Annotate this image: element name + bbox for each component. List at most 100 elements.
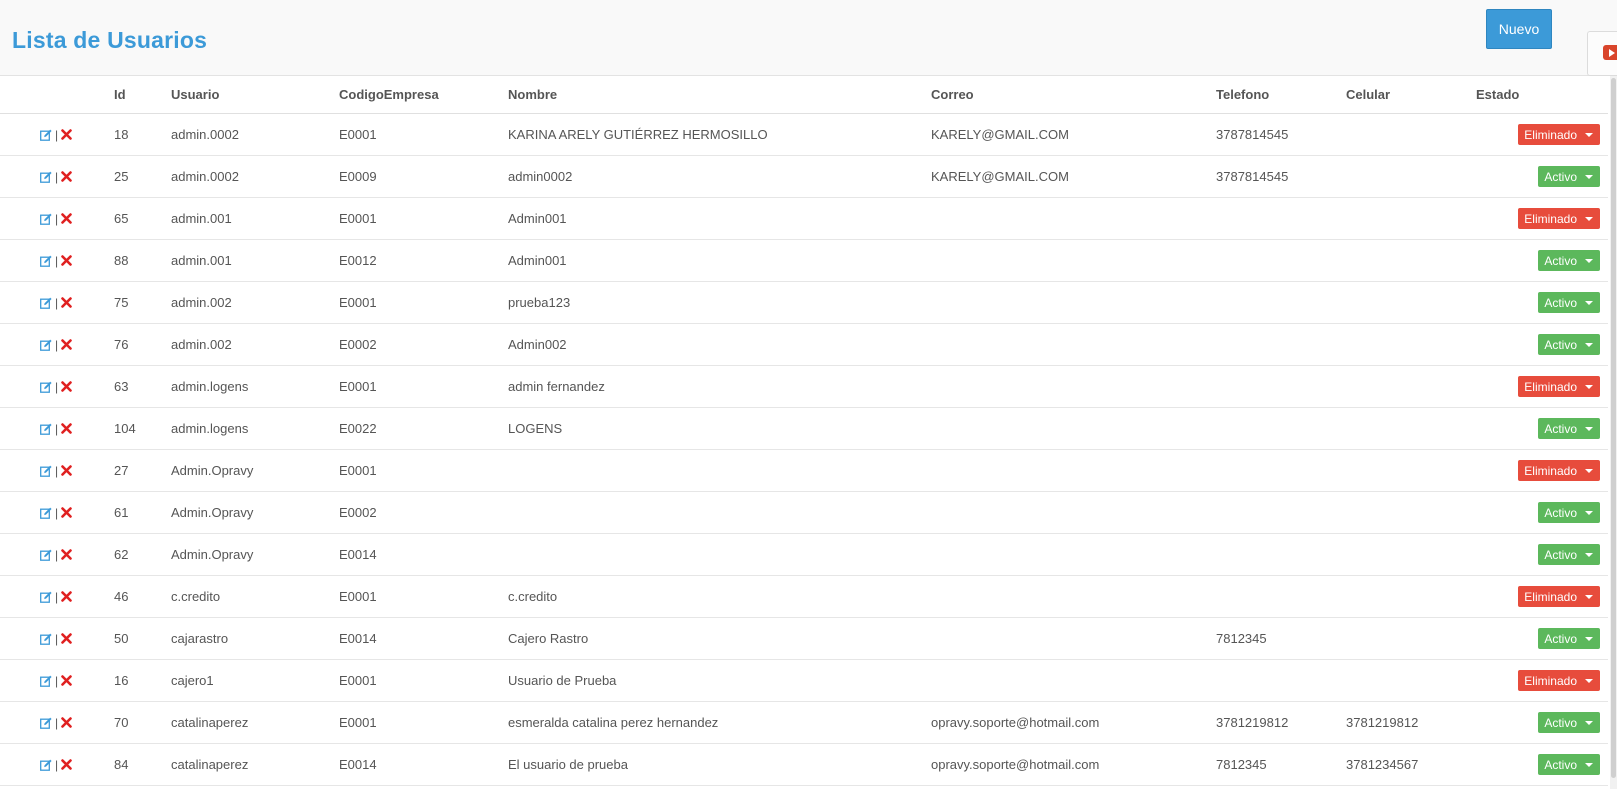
edit-icon[interactable] [40, 633, 52, 645]
edit-icon[interactable] [40, 255, 52, 267]
edit-icon[interactable] [40, 759, 52, 771]
status-dropdown[interactable]: Activo [1538, 334, 1600, 355]
edit-icon[interactable] [40, 381, 52, 393]
scrollbar-thumb[interactable] [1611, 78, 1616, 778]
status-dropdown[interactable]: Eliminado [1518, 460, 1600, 481]
edit-icon[interactable] [40, 675, 52, 687]
caret-down-icon [1585, 426, 1593, 431]
vertical-scrollbar[interactable] [1610, 76, 1617, 789]
edit-icon[interactable] [40, 213, 52, 225]
row-actions: | [40, 198, 90, 239]
delete-icon[interactable] [61, 633, 72, 644]
cell-codigo-empresa: E0001 [339, 211, 377, 226]
delete-icon[interactable] [61, 213, 72, 224]
delete-icon[interactable] [61, 465, 72, 476]
column-header-codigo-empresa[interactable]: CodigoEmpresa [339, 76, 439, 113]
column-header-correo[interactable]: Correo [931, 76, 974, 113]
status-dropdown[interactable]: Activo [1538, 754, 1600, 775]
side-panel-tab[interactable] [1587, 31, 1617, 76]
new-user-button[interactable]: Nuevo [1486, 9, 1552, 49]
delete-icon[interactable] [61, 549, 72, 560]
edit-icon[interactable] [40, 171, 52, 183]
cell-id: 63 [114, 379, 129, 394]
cell-nombre: LOGENS [508, 421, 563, 436]
column-header-nombre[interactable]: Nombre [508, 76, 557, 113]
column-header-estado[interactable]: Estado [1476, 76, 1519, 113]
page-header: Lista de Usuarios Nuevo [0, 0, 1617, 76]
status-dropdown[interactable]: Eliminado [1518, 586, 1600, 607]
status-label: Activo [1544, 631, 1577, 646]
delete-icon[interactable] [61, 675, 72, 686]
action-separator: | [55, 211, 59, 226]
row-actions: | [40, 618, 90, 659]
cell-estado: Eliminado [1518, 576, 1600, 617]
cell-id: 18 [114, 127, 129, 142]
status-dropdown[interactable]: Activo [1538, 250, 1600, 271]
status-dropdown[interactable]: Activo [1538, 502, 1600, 523]
status-dropdown[interactable]: Activo [1538, 292, 1600, 313]
status-dropdown[interactable]: Eliminado [1518, 670, 1600, 691]
column-header-id[interactable]: Id [114, 76, 126, 113]
row-actions: | [40, 324, 90, 365]
column-header-usuario[interactable]: Usuario [171, 76, 219, 113]
delete-icon[interactable] [61, 129, 72, 140]
cell-usuario: cajarastro [171, 631, 229, 646]
status-dropdown[interactable]: Activo [1538, 166, 1600, 187]
action-separator: | [55, 715, 59, 730]
edit-icon[interactable] [40, 717, 52, 729]
action-separator: | [55, 337, 59, 352]
status-label: Eliminado [1524, 127, 1577, 142]
delete-icon[interactable] [61, 507, 72, 518]
row-actions: | [40, 156, 90, 197]
cell-usuario: Admin.Opravy [171, 547, 254, 562]
delete-icon[interactable] [61, 591, 72, 602]
edit-icon[interactable] [40, 465, 52, 477]
edit-icon[interactable] [40, 423, 52, 435]
cell-nombre: Admin001 [508, 253, 567, 268]
cell-usuario: admin.logens [171, 421, 249, 436]
cell-codigo-empresa: E0022 [339, 421, 377, 436]
column-header-celular[interactable]: Celular [1346, 76, 1390, 113]
edit-icon[interactable] [40, 549, 52, 561]
caret-down-icon [1585, 132, 1593, 137]
delete-icon[interactable] [61, 255, 72, 266]
delete-icon[interactable] [61, 171, 72, 182]
cell-usuario: catalinaperez [171, 757, 249, 772]
edit-icon[interactable] [40, 297, 52, 309]
caret-down-icon [1585, 720, 1593, 725]
cell-telefono: 3787814545 [1216, 127, 1289, 142]
status-dropdown[interactable]: Activo [1538, 544, 1600, 565]
edit-icon[interactable] [40, 507, 52, 519]
delete-icon[interactable] [61, 381, 72, 392]
edit-icon[interactable] [40, 339, 52, 351]
cell-usuario: admin.logens [171, 379, 249, 394]
action-separator: | [55, 757, 59, 772]
status-dropdown[interactable]: Eliminado [1518, 376, 1600, 397]
row-actions: | [40, 492, 90, 533]
cell-nombre: KARINA ARELY GUTIÉRREZ HERMOSILLO [508, 127, 768, 142]
delete-icon[interactable] [61, 297, 72, 308]
cell-correo: opravy.soporte@hotmail.com [931, 715, 1100, 730]
delete-icon[interactable] [61, 339, 72, 350]
status-dropdown[interactable]: Eliminado [1518, 124, 1600, 145]
status-dropdown[interactable]: Activo [1538, 712, 1600, 733]
status-label: Eliminado [1524, 589, 1577, 604]
table-header-row: Id Usuario CodigoEmpresa Nombre Correo T… [0, 76, 1608, 114]
cell-id: 70 [114, 715, 129, 730]
delete-icon[interactable] [61, 717, 72, 728]
status-label: Eliminado [1524, 211, 1577, 226]
table-row: | 16 cajero1 E0001 Usuario de Prueba Eli… [0, 660, 1608, 702]
edit-icon[interactable] [40, 129, 52, 141]
cell-id: 16 [114, 673, 129, 688]
table-row: | 65 admin.001 E0001 Admin001 Eliminado [0, 198, 1608, 240]
delete-icon[interactable] [61, 759, 72, 770]
column-header-telefono[interactable]: Telefono [1216, 76, 1269, 113]
row-actions: | [40, 114, 90, 155]
status-dropdown[interactable]: Eliminado [1518, 208, 1600, 229]
status-dropdown[interactable]: Activo [1538, 418, 1600, 439]
delete-icon[interactable] [61, 423, 72, 434]
status-dropdown[interactable]: Activo [1538, 628, 1600, 649]
edit-icon[interactable] [40, 591, 52, 603]
caret-down-icon [1585, 300, 1593, 305]
cell-codigo-empresa: E0001 [339, 463, 377, 478]
